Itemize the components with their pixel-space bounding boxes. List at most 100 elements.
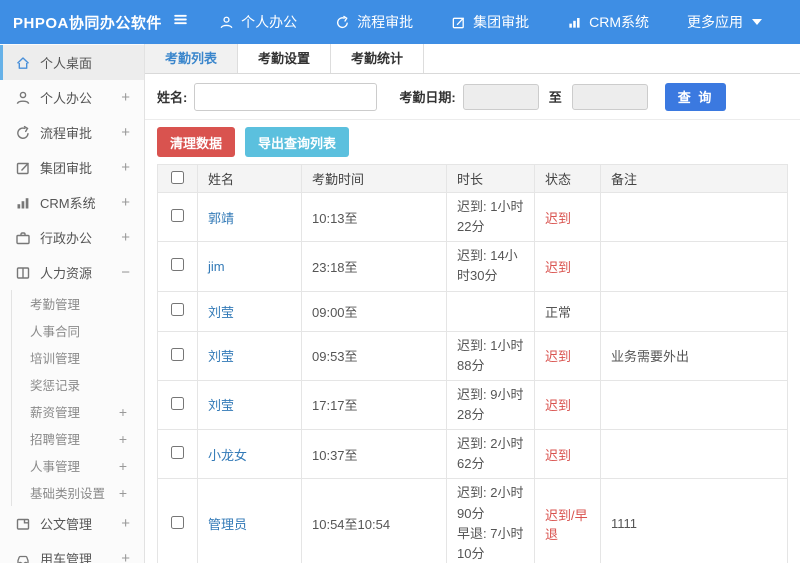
expand-toggle[interactable]: + bbox=[121, 194, 130, 211]
clean-data-button[interactable]: 清理数据 bbox=[157, 127, 236, 157]
book-icon bbox=[15, 265, 31, 281]
employee-name-link[interactable]: 郭靖 bbox=[197, 191, 302, 243]
export-list-button[interactable]: 导出查询列表 bbox=[245, 127, 350, 157]
sidebar-subitem-salary[interactable]: 薪资管理 + bbox=[12, 398, 144, 425]
sidebar-item-label: CRM系统 bbox=[40, 196, 96, 211]
nav-workflow-approval[interactable]: 流程审批 bbox=[335, 12, 413, 32]
status-cell: 迟到/早退 bbox=[534, 478, 601, 563]
duration-cell: 迟到: 14小时30分 bbox=[446, 241, 535, 292]
briefcase-icon bbox=[15, 230, 31, 246]
date-to-input[interactable] bbox=[571, 83, 648, 110]
sidebar-subitem-recruitment[interactable]: 招聘管理 + bbox=[12, 425, 144, 452]
tab-attendance-list[interactable]: 考勤列表 bbox=[145, 44, 239, 73]
search-filter-bar: 姓名: 考勤日期: 至 查 询 bbox=[145, 74, 800, 120]
employee-name-link[interactable]: 刘莹 bbox=[197, 330, 302, 381]
tab-attendance-stats[interactable]: 考勤统计 bbox=[331, 44, 425, 73]
nav-group-approval[interactable]: 集团审批 bbox=[451, 12, 529, 32]
table-header-row: 姓名 考勤时间 时长 状态 备注 bbox=[157, 164, 788, 193]
duration-cell: 迟到: 9小时28分 bbox=[446, 379, 535, 431]
tab-attendance-settings[interactable]: 考勤设置 bbox=[238, 44, 332, 73]
duration-late: 迟到: 14小时30分 bbox=[457, 248, 518, 284]
nav-more-apps[interactable]: 更多应用 bbox=[687, 12, 762, 32]
status-cell: 迟到 bbox=[534, 429, 601, 480]
remark-cell bbox=[600, 379, 788, 431]
expand-toggle[interactable]: + bbox=[121, 515, 130, 532]
top-header-bar: PHPOA协同办公软件 个人办公 流程审批 集团审批 CRM系统 更多应用 bbox=[0, 0, 800, 44]
flow-icon bbox=[335, 15, 350, 30]
table-row: 刘莹 09:00至 正常 bbox=[157, 290, 788, 332]
employee-name-link[interactable]: 管理员 bbox=[197, 478, 302, 563]
sidebar-item-crm[interactable]: CRM系统 + bbox=[0, 185, 144, 220]
row-checkbox[interactable] bbox=[171, 515, 184, 529]
sidebar-item-label: 流程审批 bbox=[40, 126, 93, 141]
sidebar-item-label: 个人办公 bbox=[40, 91, 93, 106]
date-from-input[interactable] bbox=[462, 83, 539, 110]
sidebar-item-personal-office[interactable]: 个人办公 + bbox=[0, 80, 144, 115]
nav-personal-office[interactable]: 个人办公 bbox=[219, 12, 297, 32]
nav-crm-system[interactable]: CRM系统 bbox=[567, 12, 649, 32]
sidebar-item-desktop[interactable]: 个人桌面 bbox=[0, 45, 144, 80]
sidebar-subitem-base-categories[interactable]: 基础类别设置 + bbox=[12, 479, 144, 506]
sidebar-subitem-rewards[interactable]: 奖惩记录 bbox=[12, 371, 144, 398]
employee-name-link[interactable]: 刘莹 bbox=[197, 379, 302, 431]
remark-cell bbox=[600, 290, 788, 332]
sidebar-item-workflow[interactable]: 流程审批 + bbox=[0, 115, 144, 150]
sidebar-item-documents[interactable]: 公文管理 + bbox=[0, 506, 144, 541]
row-checkbox[interactable] bbox=[171, 347, 184, 361]
main-content: 考勤列表 考勤设置 考勤统计 姓名: 考勤日期: 至 查 询 清理数据 导出查询… bbox=[145, 44, 800, 563]
expand-toggle[interactable]: + bbox=[121, 550, 130, 563]
expand-toggle[interactable]: + bbox=[121, 89, 130, 106]
expand-toggle[interactable]: + bbox=[119, 431, 127, 447]
hr-submenu: 考勤管理 人事合同 培训管理 奖惩记录 薪资管理 + 招聘管理 + 人事管理 +… bbox=[11, 290, 144, 506]
employee-name-link[interactable]: jim bbox=[197, 241, 302, 292]
sidebar-subitem-attendance[interactable]: 考勤管理 bbox=[12, 290, 144, 317]
employee-name-link[interactable]: 小龙女 bbox=[197, 429, 302, 480]
row-checkbox[interactable] bbox=[171, 209, 184, 223]
date-filter-label: 考勤日期: bbox=[399, 90, 456, 105]
sidebar-subitem-personnel[interactable]: 人事管理 + bbox=[12, 452, 144, 479]
chart-icon bbox=[15, 195, 31, 211]
name-search-input[interactable] bbox=[194, 82, 378, 111]
row-checkbox[interactable] bbox=[171, 303, 184, 317]
expand-toggle[interactable]: − bbox=[121, 264, 130, 281]
nav-label: 个人办公 bbox=[241, 14, 298, 30]
sidebar-subitem-label: 考勤管理 bbox=[30, 298, 81, 312]
app-window: PHPOA协同办公软件 个人办公 流程审批 集团审批 CRM系统 更多应用 个人… bbox=[0, 0, 800, 563]
hamburger-menu-button[interactable] bbox=[168, 11, 193, 33]
sidebar-item-vehicles[interactable]: 用车管理 + bbox=[0, 541, 144, 563]
table-row: 管理员 10:54至10:54 迟到: 2小时90分 早退: 7小时10分 迟到/… bbox=[157, 478, 788, 563]
duration-cell: 迟到: 2小时90分 早退: 7小时10分 bbox=[446, 478, 535, 563]
row-checkbox[interactable] bbox=[171, 396, 184, 410]
caret-down-icon bbox=[752, 19, 762, 25]
sidebar-item-label: 用车管理 bbox=[40, 552, 93, 563]
expand-toggle[interactable]: + bbox=[119, 485, 127, 501]
duration-cell: 迟到: 1小时22分 bbox=[446, 191, 535, 243]
user-icon bbox=[219, 15, 234, 30]
row-checkbox[interactable] bbox=[171, 258, 184, 272]
remark-cell bbox=[600, 241, 788, 292]
app-brand-title: PHPOA协同办公软件 bbox=[13, 14, 162, 32]
col-header-status: 状态 bbox=[534, 164, 601, 193]
select-all-checkbox[interactable] bbox=[171, 170, 184, 184]
expand-toggle[interactable]: + bbox=[121, 229, 130, 246]
remark-cell: 1111 bbox=[600, 478, 788, 563]
sidebar-subitem-label: 人事管理 bbox=[30, 460, 81, 474]
table-row: 刘莹 17:17至 迟到: 9小时28分 迟到 bbox=[157, 379, 788, 431]
sidebar-item-admin-office[interactable]: 行政办公 + bbox=[0, 220, 144, 255]
sidebar-subitem-training[interactable]: 培训管理 bbox=[12, 344, 144, 371]
duration-late: 迟到: 1小时88分 bbox=[457, 337, 524, 373]
sidebar-subitem-label: 奖惩记录 bbox=[30, 379, 81, 393]
nav-label: 集团审批 bbox=[473, 14, 530, 30]
sidebar-item-group-approval[interactable]: 集团审批 + bbox=[0, 150, 144, 185]
sidebar-item-hr[interactable]: 人力资源 − bbox=[0, 255, 144, 290]
expand-toggle[interactable]: + bbox=[121, 159, 130, 176]
expand-toggle[interactable]: + bbox=[121, 124, 130, 141]
sidebar-subitem-hr-contract[interactable]: 人事合同 bbox=[12, 317, 144, 344]
expand-toggle[interactable]: + bbox=[119, 458, 127, 474]
expand-toggle[interactable]: + bbox=[119, 404, 127, 420]
employee-name-link[interactable]: 刘莹 bbox=[197, 290, 302, 332]
search-button[interactable]: 查 询 bbox=[664, 82, 727, 111]
row-checkbox[interactable] bbox=[171, 446, 184, 460]
nav-label: CRM系统 bbox=[589, 14, 649, 30]
col-header-name: 姓名 bbox=[197, 164, 302, 193]
